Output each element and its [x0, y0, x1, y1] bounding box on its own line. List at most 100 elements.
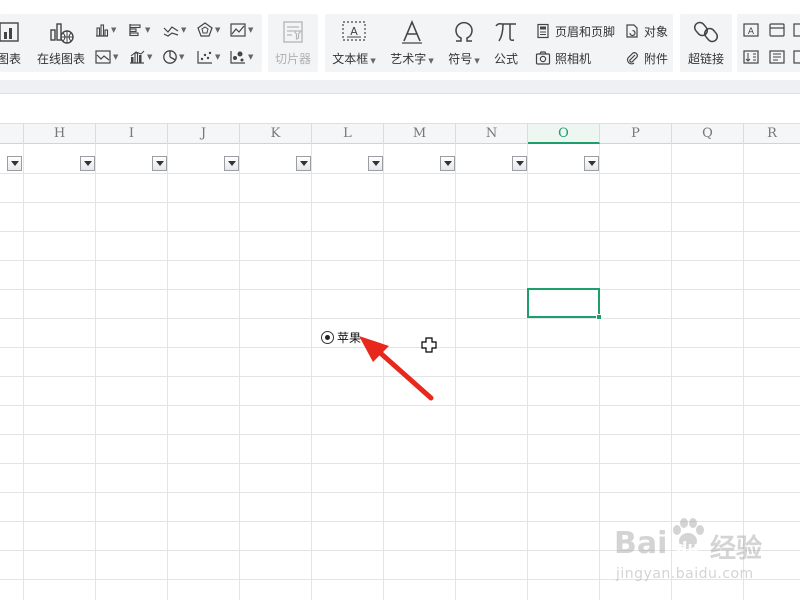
grid-row-line [0, 173, 800, 174]
chart-button[interactable]: 图表 [0, 18, 28, 67]
grid-row-line [0, 492, 800, 493]
column-header-p[interactable]: P [600, 124, 672, 144]
chevron-down-icon: ▼ [370, 57, 376, 65]
column-header-j[interactable]: J [168, 124, 240, 144]
fill-handle[interactable] [596, 314, 602, 320]
grid-column-line [23, 144, 24, 600]
link-icon [693, 18, 719, 46]
filter-dropdown-button[interactable] [152, 156, 167, 171]
watermark-brand-cn: 经验 [710, 534, 763, 564]
line-chart-dropdown[interactable]: ▼ [162, 22, 186, 38]
wordart-button[interactable]: 艺术字 ▼ [387, 18, 437, 67]
chevron-down-icon: ▼ [248, 26, 254, 34]
filter-dropdown-button[interactable] [80, 156, 95, 171]
column-header-m[interactable]: M [384, 124, 456, 144]
filter-dropdown-button[interactable] [368, 156, 383, 171]
camera-label: 照相机 [555, 51, 592, 66]
more-button-1[interactable] [792, 22, 800, 38]
slicer-button[interactable]: 切片器 [270, 18, 316, 67]
notes-button[interactable] [768, 49, 786, 65]
text-direction-icon [743, 50, 759, 64]
box-icon [793, 23, 800, 37]
paperclip-icon [623, 49, 641, 67]
filter-arrow-icon [587, 161, 596, 166]
filter-dropdown-button[interactable] [512, 156, 527, 171]
grid-row-line [0, 434, 800, 435]
online-chart-label: 在线图表 [36, 52, 85, 66]
grid-column-line [311, 144, 312, 600]
grid-column-line [167, 144, 168, 600]
scatter-chart-icon [197, 51, 212, 64]
pie-chart-icon [163, 50, 177, 64]
filter-dropdown-button[interactable] [7, 156, 22, 171]
filter-dropdown-button[interactable] [440, 156, 455, 171]
grid-row-line [0, 463, 800, 464]
object-button[interactable]: 对象 [623, 22, 668, 40]
online-chart-button[interactable]: 在线图表 [35, 18, 87, 67]
filter-dropdown-button[interactable] [224, 156, 239, 171]
column-header-h[interactable]: H [24, 124, 96, 144]
chevron-down-icon: ▼ [145, 26, 151, 34]
ribbon: 图表 在线图表 ▼ ▼ ▼ ▼ ▼ ▼ ▼ ▼ ▼ ▼ 切片器 A 文本框 ▼ … [0, 0, 800, 80]
area-chart-dropdown[interactable]: ▼ [229, 22, 253, 38]
other-chart-dropdown[interactable]: ▼ [229, 49, 253, 65]
notes-icon [769, 50, 785, 64]
bar-chart-dropdown[interactable]: ▼ [128, 22, 150, 38]
chevron-down-icon: ▼ [111, 26, 117, 34]
attachment-button[interactable]: 附件 [623, 49, 668, 67]
hyperlink-button[interactable]: 超链接 [684, 18, 728, 67]
column-header-partial[interactable] [0, 124, 24, 144]
textbox-label: 文本框 [332, 52, 369, 66]
column-header-n[interactable]: N [456, 124, 528, 144]
grid-row-line [0, 231, 800, 232]
column-chart-icon [96, 24, 109, 37]
grid-column-line [527, 144, 528, 600]
filter-dropdown-button[interactable] [584, 156, 599, 171]
column-header-o[interactable]: O [528, 124, 600, 144]
textbox-icon: A [340, 18, 368, 46]
stock-chart-dropdown[interactable]: ▼ [128, 49, 152, 65]
annotation-arrow-icon [359, 336, 434, 401]
omega-icon [451, 18, 477, 46]
formula-button[interactable]: 公式 [490, 18, 522, 67]
text-direction-button[interactable] [742, 49, 760, 65]
watermark-brand: Bai [614, 526, 668, 561]
box-icon [793, 50, 800, 64]
selected-cell-o6[interactable] [527, 288, 602, 320]
formula-bar[interactable] [0, 94, 800, 124]
filter-arrow-icon [83, 161, 92, 166]
watermark-brand-suffix: du [676, 538, 699, 557]
grid-row-line [0, 289, 800, 290]
grid-column-line [599, 144, 600, 600]
textbox-button[interactable]: A 文本框 ▼ [329, 18, 379, 67]
text-format-button[interactable]: A [742, 22, 760, 38]
radio-selected-icon [321, 331, 334, 344]
slicer-icon [280, 18, 306, 46]
toolbar-separator [0, 80, 800, 94]
column-header-i[interactable]: I [96, 124, 168, 144]
stock-chart-icon [130, 50, 145, 64]
svg-text:A: A [748, 27, 755, 37]
chevron-down-icon: ▼ [474, 57, 480, 65]
filter-arrow-icon [371, 161, 380, 166]
text-a-icon: A [743, 23, 759, 37]
column-header-l[interactable]: L [312, 124, 384, 144]
combo-chart-dropdown[interactable]: ▼ [94, 49, 118, 65]
scatter-chart-dropdown[interactable]: ▼ [196, 49, 220, 65]
bar-chart-icon [129, 24, 141, 37]
symbol-label: 符号 [448, 52, 473, 66]
grid-row-line [0, 260, 800, 261]
pie-chart-dropdown[interactable]: ▼ [162, 49, 184, 65]
symbol-button[interactable]: 符号 ▼ [444, 18, 484, 67]
camera-button[interactable]: 照相机 [534, 49, 591, 67]
area-chart-icon [230, 23, 246, 37]
column-header-r[interactable]: R [744, 124, 800, 144]
column-chart-dropdown[interactable]: ▼ [94, 22, 116, 38]
header-footer-button[interactable]: 页眉和页脚 [534, 22, 615, 40]
header-button[interactable] [768, 22, 786, 38]
radar-chart-dropdown[interactable]: ▼ [196, 22, 220, 38]
column-header-k[interactable]: K [240, 124, 312, 144]
column-header-q[interactable]: Q [672, 124, 744, 144]
more-button-2[interactable] [792, 49, 800, 65]
filter-dropdown-button[interactable] [296, 156, 311, 171]
